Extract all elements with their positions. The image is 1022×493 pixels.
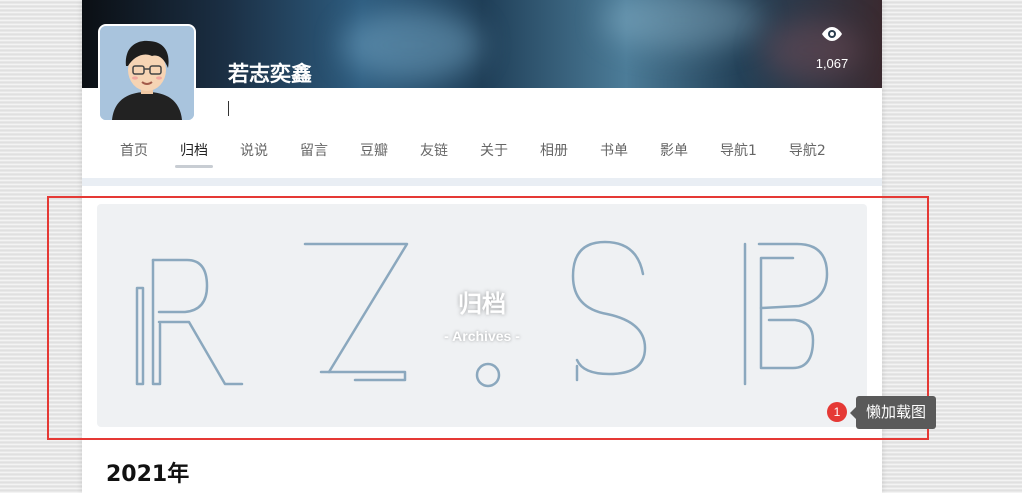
view-counter: 1,067	[806, 26, 858, 71]
eye-icon	[822, 27, 842, 41]
annotation-badge: 1	[827, 402, 847, 422]
tab-album[interactable]: 相册	[526, 138, 582, 168]
tab-shuoshuo[interactable]: 说说	[226, 138, 282, 168]
tab-friends[interactable]: 友链	[406, 138, 462, 168]
annotation-label: 懒加载图	[849, 396, 937, 429]
tab-books[interactable]: 书单	[586, 138, 642, 168]
view-count: 1,067	[815, 56, 849, 71]
tab-archive[interactable]: 归档	[166, 138, 222, 168]
tab-nav1[interactable]: 导航1	[706, 138, 771, 168]
tab-guestbook[interactable]: 留言	[286, 138, 342, 168]
year-heading: 2021年	[106, 462, 190, 487]
tab-movies[interactable]: 影单	[646, 138, 702, 168]
avatar[interactable]	[98, 24, 196, 122]
main-card: 1,067 若志奕鑫 首页 归档 说说 留言 豆瓣 友链 关于 相册 书单 影单…	[82, 0, 882, 493]
avatar-illustration	[100, 26, 194, 120]
tab-douban[interactable]: 豆瓣	[346, 138, 402, 168]
tab-nav2[interactable]: 导航2	[775, 138, 840, 168]
tab-home[interactable]: 首页	[106, 138, 162, 168]
header-banner: 1,067	[82, 0, 882, 88]
tab-about[interactable]: 关于	[466, 138, 522, 168]
section-divider	[82, 178, 882, 186]
archive-title: 归档	[458, 290, 506, 318]
typing-caret	[228, 101, 229, 116]
nav-bar: 首页 归档 说说 留言 豆瓣 友链 关于 相册 书单 影单 导航1 导航2	[106, 138, 844, 172]
archive-hero-image: 归档 - Archives -	[97, 204, 867, 427]
archive-subtitle: - Archives -	[444, 328, 520, 344]
site-name[interactable]: 若志奕鑫	[228, 58, 312, 88]
